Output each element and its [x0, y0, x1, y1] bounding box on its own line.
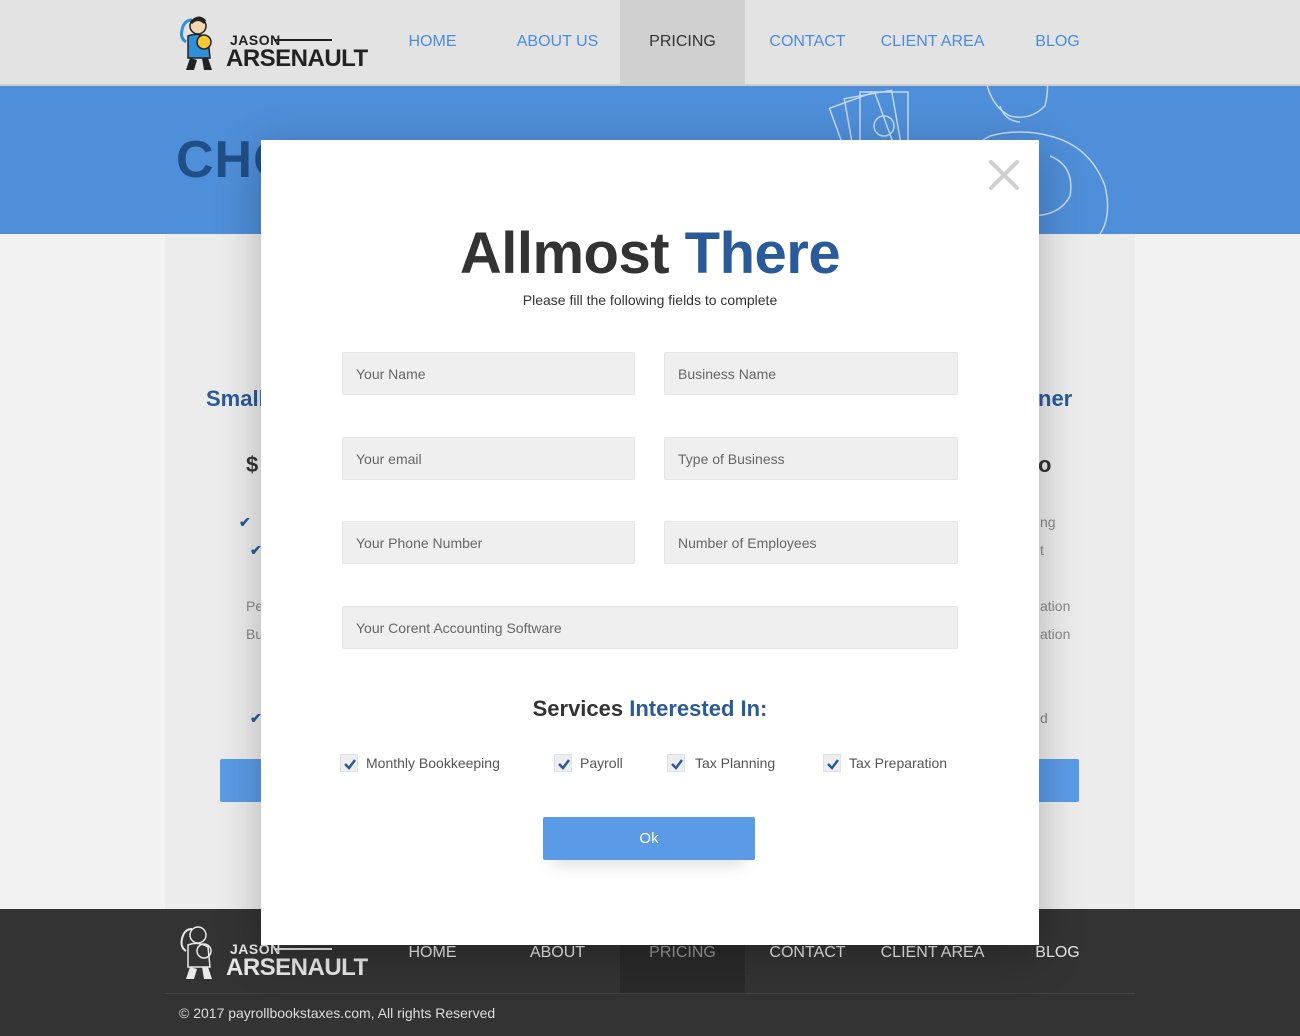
footer-divider	[165, 993, 1135, 994]
modal-title: Allmost There	[261, 220, 1039, 287]
services-heading-main: Services	[532, 696, 624, 721]
service-label: Tax Preparation	[849, 755, 948, 771]
nav-blog[interactable]: BLOG	[995, 0, 1120, 84]
ok-button[interactable]: Ok	[543, 817, 755, 860]
checkmark-icon	[671, 759, 683, 770]
nav-client-area[interactable]: CLIENT AREA	[870, 0, 995, 84]
accounting-software-input[interactable]	[342, 606, 958, 649]
service-label: Tax Planning	[695, 755, 776, 771]
plan-title-left: Small	[206, 386, 265, 411]
plan-feature-right: ng	[1040, 514, 1056, 530]
services-heading-accent: Interested In:	[629, 696, 768, 721]
modal-title-main: Allmost	[459, 221, 670, 286]
logo-text-bottom: ARSENAULT	[226, 954, 368, 981]
plan-feature-right: d	[1040, 710, 1048, 726]
modal-subtitle: Please fill the following fields to comp…	[522, 292, 778, 308]
check-icon: ✔	[239, 514, 251, 530]
nav-about-us[interactable]: ABOUT US	[495, 0, 620, 84]
nav-contact[interactable]: CONTACT	[745, 0, 870, 84]
logo-rule	[274, 39, 332, 41]
main-nav: HOME ABOUT US PRICING CONTACT CLIENT ARE…	[370, 0, 1120, 84]
signup-modal: Allmost There Please fill the following …	[261, 140, 1039, 945]
modal-title-accent: There	[684, 221, 841, 286]
plan-title-right: ner	[1038, 386, 1073, 411]
service-option-payroll[interactable]: Payroll	[554, 754, 623, 772]
service-option-tax-preparation[interactable]: Tax Preparation	[823, 754, 947, 772]
phone-input[interactable]	[342, 521, 635, 564]
service-label: Payroll	[580, 755, 623, 771]
plan-feature-right: ation	[1040, 598, 1071, 614]
logo-text-bottom: ARSENAULT	[226, 45, 368, 72]
plan-price-right: o	[1038, 452, 1052, 477]
checkmark-icon	[558, 759, 570, 770]
service-label: Monthly Bookkeeping	[366, 755, 500, 771]
checkmark-icon	[827, 759, 839, 770]
email-input[interactable]	[342, 437, 635, 480]
copyright-text: © 2017 payrollbookstaxes.com, All rights…	[179, 1005, 496, 1021]
site-logo[interactable]: JASON ARSENAULT	[178, 12, 368, 72]
nav-home[interactable]: HOME	[370, 0, 495, 84]
mascot-logo-icon	[180, 16, 212, 70]
services-heading: Services Interested In:	[261, 696, 1039, 722]
service-option-tax-planning[interactable]: Tax Planning	[667, 754, 775, 772]
check-icon: ✔	[250, 542, 262, 558]
check-icon: ✔	[250, 710, 262, 726]
checkmark-icon	[344, 759, 356, 770]
business-name-input[interactable]	[664, 352, 958, 395]
name-input[interactable]	[342, 352, 635, 395]
nav-pricing[interactable]: PRICING	[620, 0, 745, 84]
logo-rule	[274, 948, 332, 950]
close-icon[interactable]	[987, 158, 1021, 192]
mascot-logo-icon	[180, 926, 212, 979]
plan-feature-right: ation	[1040, 626, 1071, 642]
checkbox[interactable]	[823, 754, 841, 772]
business-type-input[interactable]	[664, 437, 958, 480]
plan-price-left: $	[246, 452, 259, 477]
employees-input[interactable]	[664, 521, 958, 564]
checkbox[interactable]	[340, 754, 358, 772]
site-header: JASON ARSENAULT HOME ABOUT US PRICING CO…	[0, 0, 1300, 86]
checkbox[interactable]	[667, 754, 685, 772]
plan-feature-right: t	[1040, 542, 1044, 558]
checkbox[interactable]	[554, 754, 572, 772]
service-option-bookkeeping[interactable]: Monthly Bookkeeping	[340, 754, 500, 772]
